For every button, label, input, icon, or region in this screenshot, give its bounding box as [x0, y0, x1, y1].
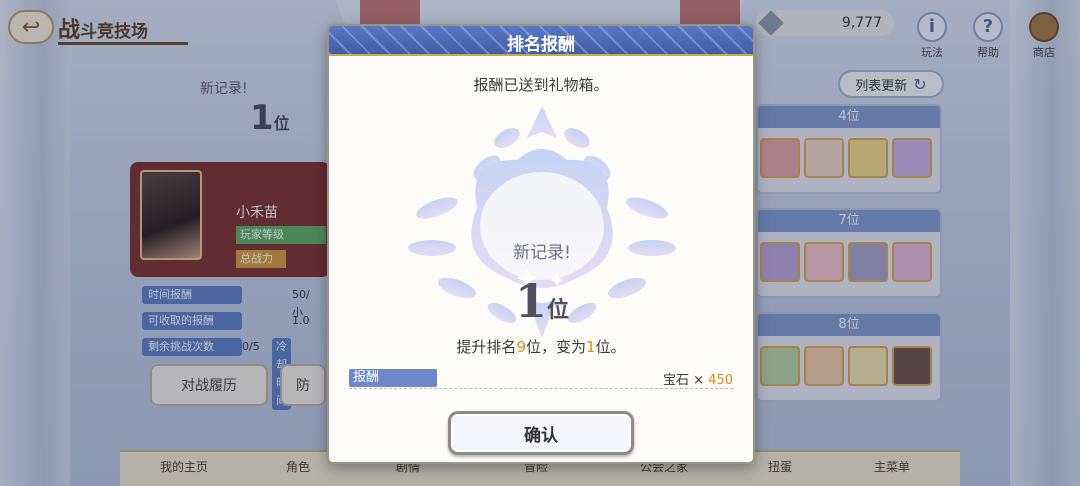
reward-value: 宝石 × 450	[663, 373, 733, 388]
emblem-rank: 1位	[514, 274, 570, 328]
rank-reward-dialog: 排名报酬 报酬已送到礼物箱。 新记录! 1位 提升排名9位，变为1位。 报酬 宝…	[327, 24, 755, 464]
dialog-header: 排名报酬	[329, 26, 753, 56]
confirm-button[interactable]: 确认	[448, 411, 634, 455]
emblem-new-record: 新记录!	[513, 243, 571, 263]
reward-row: 报酬 宝石 × 450	[349, 369, 733, 389]
dialog-message: 报酬已送到礼物箱。	[473, 76, 609, 94]
rank-promotion-text: 提升排名9位，变为1位。	[456, 338, 626, 356]
dialog-title: 排名报酬	[507, 35, 575, 55]
new-record-emblem: 新记录! 1位	[407, 98, 677, 348]
reward-label: 报酬	[349, 369, 437, 387]
